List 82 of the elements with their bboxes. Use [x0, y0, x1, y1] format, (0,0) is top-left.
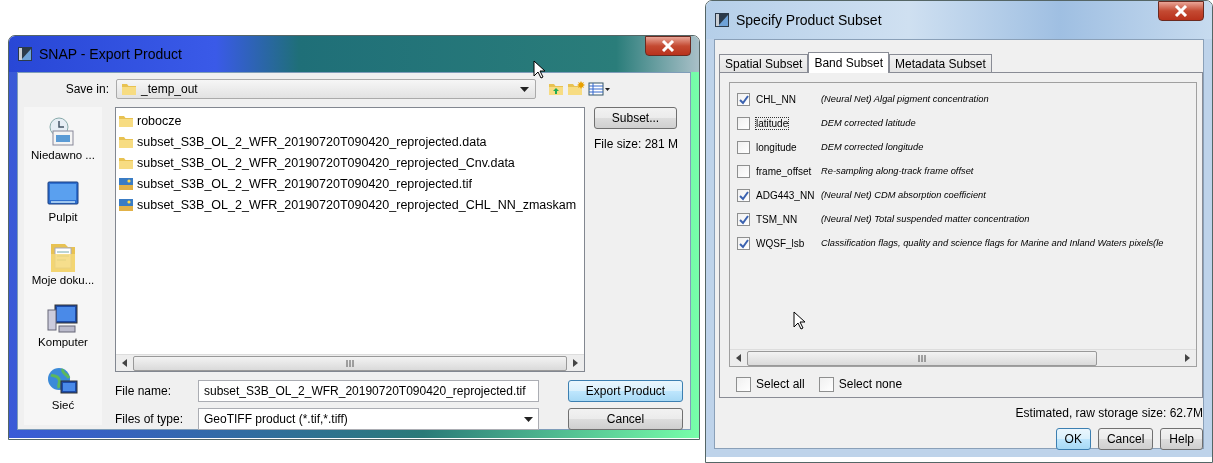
up-folder-icon[interactable] — [548, 81, 564, 97]
grip-icon — [918, 354, 926, 362]
places-item[interactable]: Sieć — [45, 364, 81, 426]
checkbox[interactable] — [737, 140, 750, 154]
checkbox[interactable] — [737, 236, 750, 250]
cursor-icon — [793, 311, 806, 330]
band-name: CHL_NN — [755, 92, 797, 106]
file-item[interactable]: subset_S3B_OL_2_WFR_20190720T090420_reprojected.data — [118, 131, 584, 152]
tab[interactable]: Metadata Subset — [889, 54, 992, 72]
subset-button[interactable]: Subset... — [594, 107, 677, 129]
grip-icon — [346, 359, 354, 367]
close-icon — [1174, 5, 1188, 17]
cancel-button[interactable]: Cancel — [568, 408, 683, 430]
places-item[interactable]: Moje doku... — [31, 239, 95, 301]
horizontal-scrollbar[interactable] — [730, 349, 1196, 366]
window-title: SNAP - Export Product — [39, 46, 183, 62]
caret-icon — [520, 86, 529, 92]
scroll-right-icon[interactable] — [1185, 354, 1190, 362]
file-name-field[interactable]: subset_S3B_OL_2_WFR_20190720T090420_reprojected.tif — [198, 380, 539, 402]
image-file-icon — [118, 196, 134, 213]
scroll-left-icon[interactable] — [121, 359, 127, 367]
places-item[interactable]: Komputer — [38, 302, 88, 363]
file-item[interactable]: robocze — [118, 110, 584, 131]
band-description: (Neural Net) Algal pigment concentration — [821, 94, 989, 104]
checkbox[interactable] — [737, 116, 750, 130]
band-description: (Neural Net) Total suspended matter concentration — [821, 214, 1030, 224]
check-icon — [737, 237, 750, 249]
band-name: WQSF_lsb — [755, 236, 806, 250]
view-menu-icon[interactable] — [588, 81, 610, 97]
tab[interactable]: Spatial Subset — [719, 54, 809, 72]
scroll-left-icon[interactable] — [736, 354, 741, 362]
band-description: DEM corrected latitude — [821, 118, 916, 128]
cancel-button[interactable]: Cancel — [1097, 428, 1154, 450]
select-none-checkbox[interactable] — [818, 376, 834, 392]
ok-button[interactable]: OK — [1055, 428, 1091, 450]
file-name-label: File name: — [115, 384, 173, 398]
checkbox[interactable] — [737, 188, 750, 202]
export-product-button[interactable]: Export Product — [568, 380, 683, 402]
save-in-dropdown[interactable]: _temp_out — [116, 79, 536, 99]
window-title: Specify Product Subset — [736, 12, 883, 28]
close-icon — [661, 40, 675, 52]
file-item[interactable]: subset_S3B_OL_2_WFR_20190720T090420_reprojected_Cnv.data — [118, 152, 584, 173]
app-logo-icon — [17, 46, 33, 62]
checkbox[interactable] — [737, 164, 750, 178]
band-name: frame_offset — [755, 164, 813, 178]
places-item[interactable]: Niedawno ... — [31, 115, 95, 176]
caret-icon — [524, 416, 533, 422]
tab[interactable]: Band Subset — [808, 52, 890, 73]
checkbox[interactable] — [737, 212, 750, 226]
storage-size-label: Estimated, raw storage size: 62.7M — [1015, 406, 1203, 420]
cursor-icon — [533, 60, 546, 79]
places-item[interactable]: Pulpit — [45, 177, 81, 238]
check-icon — [737, 93, 750, 105]
help-button[interactable]: Help — [1160, 428, 1203, 450]
check-icon — [737, 213, 750, 225]
checkbox-label[interactable]: Select none — [838, 377, 903, 391]
band-name: longitude — [755, 140, 798, 154]
band-name: TSM_NN — [755, 212, 799, 226]
computer-icon — [45, 302, 81, 335]
band-name: latitude — [755, 116, 790, 130]
image-file-icon — [118, 175, 134, 192]
scrollbar-thumb[interactable] — [747, 350, 1097, 366]
app-logo-icon — [714, 12, 730, 28]
close-button[interactable] — [645, 36, 691, 56]
band-description: Classification flags, quality and science flags for Marine and Inland Waters pixels(le — [821, 238, 1164, 248]
band-description: DEM corrected longitude — [821, 142, 924, 152]
check-icon — [737, 189, 750, 201]
file-type-dropdown[interactable]: GeoTIFF product (*.tif,*.tiff) — [198, 408, 539, 430]
close-button[interactable] — [1158, 1, 1204, 21]
band-name: ADG443_NN — [755, 188, 816, 202]
file-item[interactable]: subset_S3B_OL_2_WFR_20190720T090420_reprojected_CHL_NN_zmaskam — [118, 194, 584, 215]
checkbox[interactable] — [737, 92, 750, 106]
file-size-label: File size: 281 M — [594, 137, 679, 151]
band-description: (Neural Net) CDM absorption coefficient — [821, 190, 986, 200]
files-of-type-label: Files of type: — [115, 412, 185, 426]
band-description: Re-sampling along-track frame offset — [821, 166, 974, 176]
file-item[interactable]: subset_S3B_OL_2_WFR_20190720T090420_reprojected.tif — [118, 173, 584, 194]
scroll-right-icon[interactable] — [573, 359, 579, 367]
folder-icon — [121, 81, 137, 97]
select-all-checkbox[interactable] — [736, 376, 751, 392]
checkbox-label[interactable]: Select all — [756, 377, 805, 391]
save-in-label: Save in: — [64, 82, 109, 96]
